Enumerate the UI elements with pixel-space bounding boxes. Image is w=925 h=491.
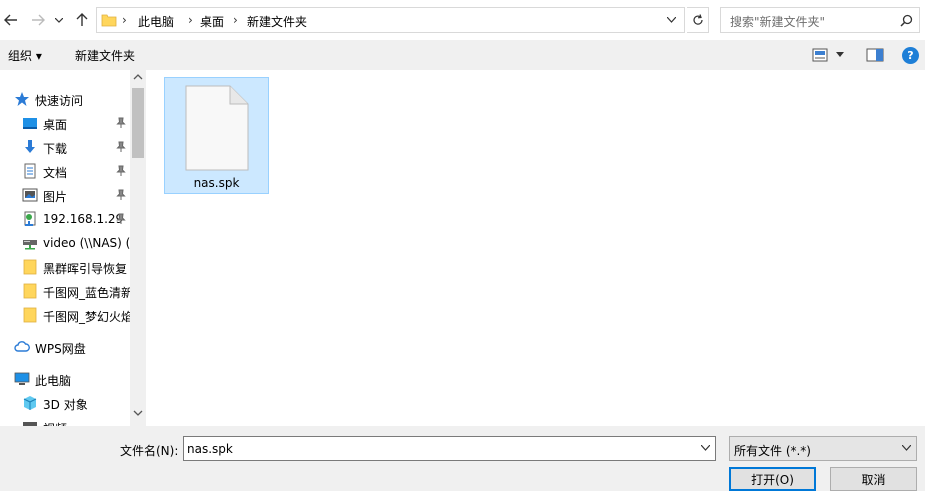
up-arrow-icon bbox=[76, 13, 88, 26]
nav-label: 文档 bbox=[43, 166, 68, 180]
filename-combobox[interactable] bbox=[183, 436, 716, 461]
back-button[interactable] bbox=[1, 9, 21, 31]
desktop-icon bbox=[23, 118, 37, 129]
preview-pane-icon[interactable] bbox=[866, 48, 884, 62]
change-view-icon[interactable] bbox=[812, 48, 828, 62]
cloud-icon bbox=[14, 341, 30, 352]
back-arrow-icon bbox=[4, 14, 17, 26]
help-button[interactable]: ? bbox=[902, 47, 919, 64]
download-icon bbox=[25, 140, 35, 153]
file-list: nas.spk bbox=[150, 70, 925, 426]
pin-icon bbox=[116, 213, 126, 224]
star-icon bbox=[15, 92, 29, 106]
network-drive-icon bbox=[23, 240, 37, 250]
pin-icon bbox=[116, 189, 126, 200]
filetype-value: 所有文件 (*.*) bbox=[734, 444, 811, 458]
nav-label: 桌面 bbox=[43, 118, 68, 132]
filename-input[interactable] bbox=[187, 440, 687, 457]
folder-icon bbox=[23, 307, 37, 323]
nav-label: 此电脑 bbox=[35, 374, 72, 388]
folder-icon bbox=[23, 259, 37, 275]
nav-item-pictures[interactable]: 图片 bbox=[0, 183, 130, 207]
chevron-down-icon[interactable] bbox=[701, 445, 710, 451]
nav-item-network-location[interactable]: 192.168.1.29 bbox=[0, 207, 130, 231]
nav-label: 下载 bbox=[43, 142, 68, 156]
nav-label: WPS网盘 bbox=[35, 342, 86, 356]
open-button[interactable]: 打开(O) bbox=[729, 467, 816, 491]
cancel-button[interactable]: 取消 bbox=[830, 467, 917, 491]
breadcrumb-this-pc[interactable]: 此电脑 bbox=[138, 13, 174, 30]
scroll-down-icon[interactable] bbox=[133, 410, 143, 416]
filename-label: 文件名(N): bbox=[120, 444, 179, 458]
cube-icon bbox=[23, 396, 37, 410]
breadcrumb-new-folder[interactable]: 新建文件夹 bbox=[247, 13, 307, 30]
forward-arrow-icon bbox=[32, 14, 45, 26]
breadcrumb-separator: › bbox=[122, 13, 127, 27]
nav-label: video (\\NAS) ( bbox=[43, 236, 130, 250]
documents-icon bbox=[24, 163, 36, 179]
pin-icon bbox=[116, 141, 126, 152]
navigation-pane: 快速访问 桌面 下载 文档 图片 192.168.1.29 video (\\N… bbox=[0, 70, 146, 426]
dialog-footer: 文件名(N): 所有文件 (*.*) 打开(O) 取消 bbox=[0, 426, 925, 491]
nav-label: 图片 bbox=[43, 190, 68, 204]
nav-this-pc[interactable]: 此电脑 bbox=[0, 367, 130, 391]
nav-videos[interactable]: 视频 bbox=[0, 415, 130, 426]
scroll-thumb[interactable] bbox=[132, 88, 144, 158]
breadcrumb-desktop[interactable]: 桌面 bbox=[200, 13, 224, 30]
address-dropdown-icon[interactable] bbox=[667, 17, 676, 23]
address-row: › 此电脑 › 桌面 › 新建文件夹 搜索"新建文件夹" bbox=[0, 0, 925, 40]
nav-quick-access[interactable]: 快速访问 bbox=[0, 87, 130, 111]
refresh-button[interactable] bbox=[687, 7, 709, 33]
breadcrumb-separator: › bbox=[188, 13, 193, 27]
nav-item-folder-2[interactable]: 千图网_蓝色清新 bbox=[0, 279, 130, 303]
file-name: nas.spk bbox=[193, 176, 240, 190]
search-box[interactable]: 搜索"新建文件夹" bbox=[720, 7, 920, 33]
nav-item-downloads[interactable]: 下载 bbox=[0, 135, 130, 159]
search-placeholder: 搜索"新建文件夹" bbox=[730, 15, 826, 29]
nav-label: 千图网_梦幻火焰 bbox=[43, 310, 130, 324]
search-icon[interactable] bbox=[900, 14, 913, 27]
nav-label: 快速访问 bbox=[35, 94, 84, 108]
nav-item-folder-1[interactable]: 黑群晖引导恢复 bbox=[0, 255, 130, 279]
command-bar: 组织 ▾ 新建文件夹 ? bbox=[0, 40, 925, 70]
chevron-down-icon bbox=[902, 445, 911, 451]
nav-item-folder-3[interactable]: 千图网_梦幻火焰 bbox=[0, 303, 130, 327]
pictures-icon bbox=[22, 188, 38, 202]
nav-3d-objects[interactable]: 3D 对象 bbox=[0, 391, 130, 415]
recent-locations-button[interactable] bbox=[52, 9, 66, 31]
view-options-chevron-icon[interactable] bbox=[836, 52, 844, 57]
refresh-icon bbox=[692, 14, 703, 25]
nav-wps-cloud[interactable]: WPS网盘 bbox=[0, 335, 130, 359]
breadcrumb-separator: › bbox=[233, 13, 238, 27]
video-icon bbox=[23, 422, 37, 426]
scroll-up-icon[interactable] bbox=[133, 74, 143, 80]
nav-label: 黑群晖引导恢复 bbox=[43, 262, 128, 276]
nav-item-documents[interactable]: 文档 bbox=[0, 159, 130, 183]
folder-icon bbox=[23, 283, 37, 299]
new-folder-button[interactable]: 新建文件夹 bbox=[75, 47, 135, 64]
file-item[interactable]: nas.spk bbox=[164, 77, 269, 194]
nav-scrollbar[interactable] bbox=[130, 70, 146, 426]
file-open-dialog: › 此电脑 › 桌面 › 新建文件夹 搜索"新建文件夹" 组织 ▾ 新建文件夹 … bbox=[0, 0, 925, 491]
forward-button[interactable] bbox=[28, 9, 48, 31]
nav-label: 千图网_蓝色清新 bbox=[43, 286, 130, 300]
filetype-select[interactable]: 所有文件 (*.*) bbox=[729, 436, 917, 461]
nav-label: 192.168.1.29 bbox=[43, 212, 124, 226]
pin-icon bbox=[116, 117, 126, 128]
network-location-icon bbox=[24, 211, 36, 226]
pin-icon bbox=[116, 165, 126, 176]
nav-item-desktop[interactable]: 桌面 bbox=[0, 111, 130, 135]
folder-icon bbox=[101, 14, 117, 27]
organize-menu[interactable]: 组织 ▾ bbox=[8, 47, 42, 64]
computer-icon bbox=[14, 372, 30, 385]
address-bar[interactable]: › 此电脑 › 桌面 › 新建文件夹 bbox=[96, 7, 685, 33]
chevron-down-icon bbox=[55, 17, 63, 23]
file-icon bbox=[185, 85, 249, 171]
nav-item-network-drive[interactable]: video (\\NAS) ( bbox=[0, 231, 130, 255]
up-button[interactable] bbox=[72, 9, 92, 31]
nav-label: 3D 对象 bbox=[43, 398, 88, 412]
